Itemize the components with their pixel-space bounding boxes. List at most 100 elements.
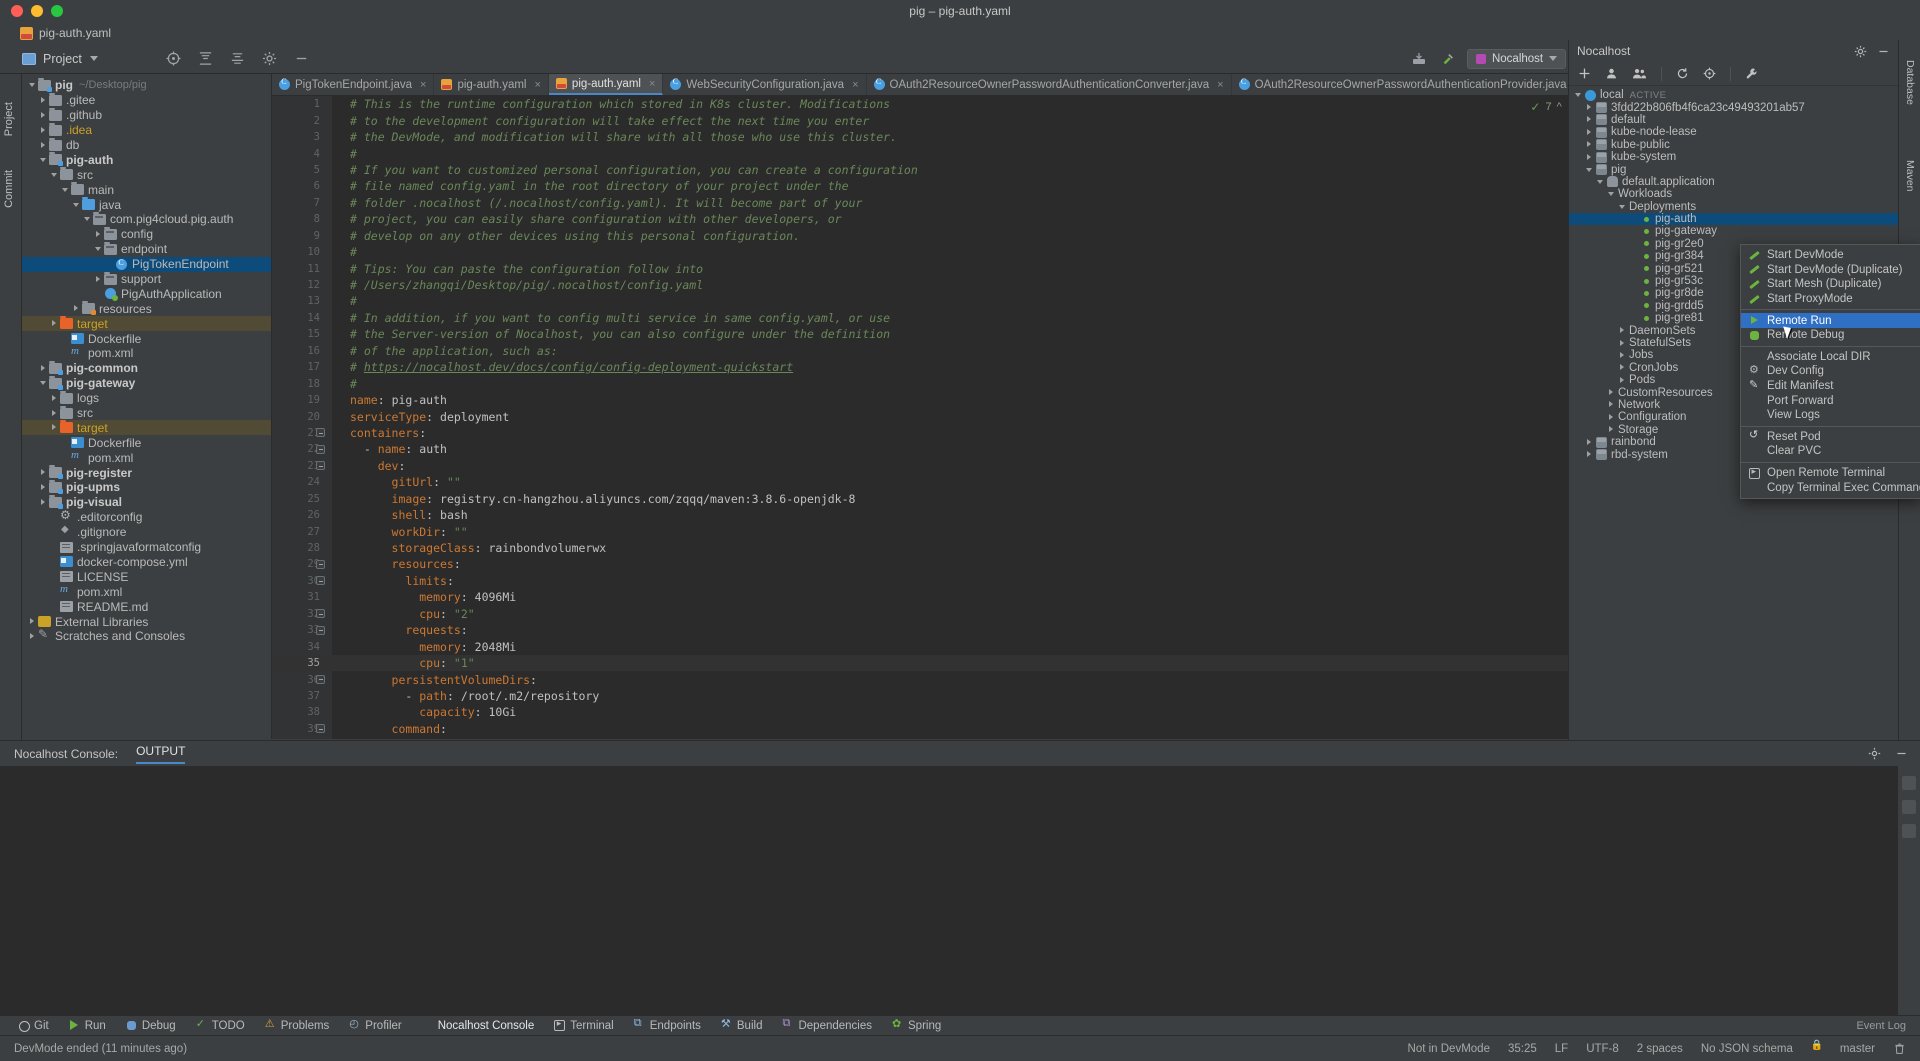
bottom-tool-tab[interactable]: Problems [265,1020,330,1032]
chevron-right-icon[interactable] [72,304,81,313]
chevron-right-icon[interactable] [28,617,37,626]
context-menu-item[interactable]: Associate Local DIR [1741,350,1920,365]
code-line[interactable]: 17# https://nocalhost.dev/docs/config/co… [272,359,1590,375]
run-configuration-selector[interactable]: Nocalhost [1467,49,1566,69]
print-icon[interactable] [1902,824,1916,838]
tree-row[interactable]: main [22,182,271,197]
chevron-down-icon[interactable] [1574,91,1583,100]
context-menu-item[interactable]: Edit Manifest [1741,379,1920,394]
nocalhost-tree-row[interactable]: default [1569,114,1898,126]
fold-toggle-icon[interactable] [316,461,325,470]
tree-row[interactable]: Dockerfile [22,331,271,346]
status-line-separator[interactable]: LF [1555,1043,1568,1055]
editor-lines[interactable]: 1# This is the runtime configuration whi… [272,96,1590,739]
code-line[interactable]: 19name: pig-auth [272,392,1590,408]
chevron-right-icon[interactable] [94,230,103,239]
chevron-right-icon[interactable] [1585,140,1594,149]
wrench-icon[interactable] [1745,67,1758,80]
code-line[interactable]: 8# project, you can easily share configu… [272,211,1590,227]
tree-row[interactable]: target [22,316,271,331]
tree-row[interactable]: src [22,167,271,182]
chevron-right-icon[interactable] [39,498,48,507]
tree-row[interactable]: Dockerfile [22,435,271,450]
chevron-down-icon[interactable] [39,379,48,388]
tree-row[interactable]: pig-upms [22,480,271,495]
code-line[interactable]: 25 image: registry.cn-hangzhou.aliyuncs.… [272,491,1590,507]
tree-row[interactable]: LICENSE [22,569,271,584]
nocalhost-tree-row[interactable]: default.application [1569,176,1898,188]
tree-row[interactable]: PigTokenEndpoint [22,257,271,272]
navbar-file-name[interactable]: pig-auth.yaml [39,26,111,40]
chevron-down-icon[interactable] [50,170,59,179]
chevron-right-icon[interactable] [1618,339,1627,348]
code-line[interactable]: 32 cpu: "2" [272,606,1590,622]
nocalhost-tree-row[interactable]: Deployments [1569,201,1898,213]
context-menu-item[interactable]: Dev Config [1741,364,1920,379]
tree-row[interactable]: logs [22,391,271,406]
chevron-down-icon[interactable] [83,215,92,224]
tree-row[interactable]: pig-register [22,465,271,480]
close-icon[interactable]: × [649,78,655,90]
hide-panel-icon[interactable] [1877,45,1890,58]
tree-row[interactable]: src [22,406,271,421]
status-indent[interactable]: 2 spaces [1637,1043,1683,1055]
tool-tab-maven[interactable]: Maven [1904,160,1916,192]
context-menu-item[interactable]: Remote Debug [1741,328,1920,343]
tree-row[interactable]: .idea [22,123,271,138]
chevron-right-icon[interactable] [39,111,48,120]
code-line[interactable]: 16# of the application, such as: [272,343,1590,359]
project-tree-panel[interactable]: pig~/Desktop/pig.gitee.github.ideadbpig-… [22,74,272,739]
chevron-down-icon[interactable] [1618,202,1627,211]
code-line[interactable]: 24 gitUrl: "" [272,474,1590,490]
project-view-label[interactable]: Project [43,52,82,66]
chevron-up-icon[interactable]: ^ [1557,101,1562,113]
bottom-tool-tab[interactable]: Nocalhost Console [422,1020,535,1032]
tree-row[interactable]: pig-gateway [22,376,271,391]
bottom-tool-tab[interactable]: Git [18,1020,49,1032]
fold-toggle-icon[interactable] [316,445,325,454]
close-icon[interactable]: × [420,79,426,91]
tree-row[interactable]: pig~/Desktop/pig [22,78,271,93]
nocalhost-tree-row[interactable]: kube-system [1569,151,1898,163]
nocalhost-tree-row[interactable]: kube-public [1569,139,1898,151]
chevron-right-icon[interactable] [50,319,59,328]
chevron-right-icon[interactable] [1607,388,1616,397]
chevron-down-icon[interactable] [72,200,81,209]
close-icon[interactable]: × [852,79,858,91]
editor-tab[interactable]: PigTokenEndpoint.java× [272,74,434,95]
chevron-down-icon[interactable] [39,155,48,164]
chevron-right-icon[interactable] [1585,103,1594,112]
trash-icon[interactable] [1893,1042,1906,1055]
code-line[interactable]: 21containers: [272,425,1590,441]
build-hammer-icon[interactable] [1441,52,1455,66]
close-icon[interactable]: × [1217,79,1223,91]
bottom-tool-tab[interactable]: Profiler [349,1020,401,1032]
code-line[interactable]: 27 workDir: "" [272,523,1590,539]
tool-tab-commit[interactable]: Commit [3,170,15,208]
fold-toggle-icon[interactable] [316,724,325,733]
context-menu-item[interactable]: Start ProxyMode [1741,292,1920,307]
chevron-right-icon[interactable] [39,126,48,135]
tree-row[interactable]: pig-auth [22,152,271,167]
context-menu-item[interactable]: Start DevMode [1741,248,1920,263]
fold-toggle-icon[interactable] [316,675,325,684]
chevron-down-icon[interactable] [1549,56,1557,61]
code-line[interactable]: 22 - name: auth [272,441,1590,457]
console-side-toolbar[interactable] [1898,766,1920,1030]
chevron-right-icon[interactable] [39,141,48,150]
status-caret-position[interactable]: 35:25 [1508,1043,1537,1055]
tree-row[interactable]: .editorconfig [22,510,271,525]
nocalhost-tree-row[interactable]: localACTIVE [1569,89,1898,101]
tree-row[interactable]: README.md [22,599,271,614]
collapse-all-icon[interactable] [198,51,213,66]
nocalhost-tree-row[interactable]: kube-node-lease [1569,126,1898,138]
add-icon[interactable] [1578,67,1591,80]
code-line[interactable]: 36 persistentVolumeDirs: [272,671,1590,687]
chevron-down-icon[interactable] [1607,190,1616,199]
locate-icon[interactable] [166,51,181,66]
nocalhost-tree-row[interactable]: Workloads [1569,188,1898,200]
gear-icon[interactable] [1854,45,1867,58]
chevron-down-icon[interactable] [90,56,98,61]
chevron-right-icon[interactable] [50,394,59,403]
scroll-end-icon[interactable] [1902,800,1916,814]
